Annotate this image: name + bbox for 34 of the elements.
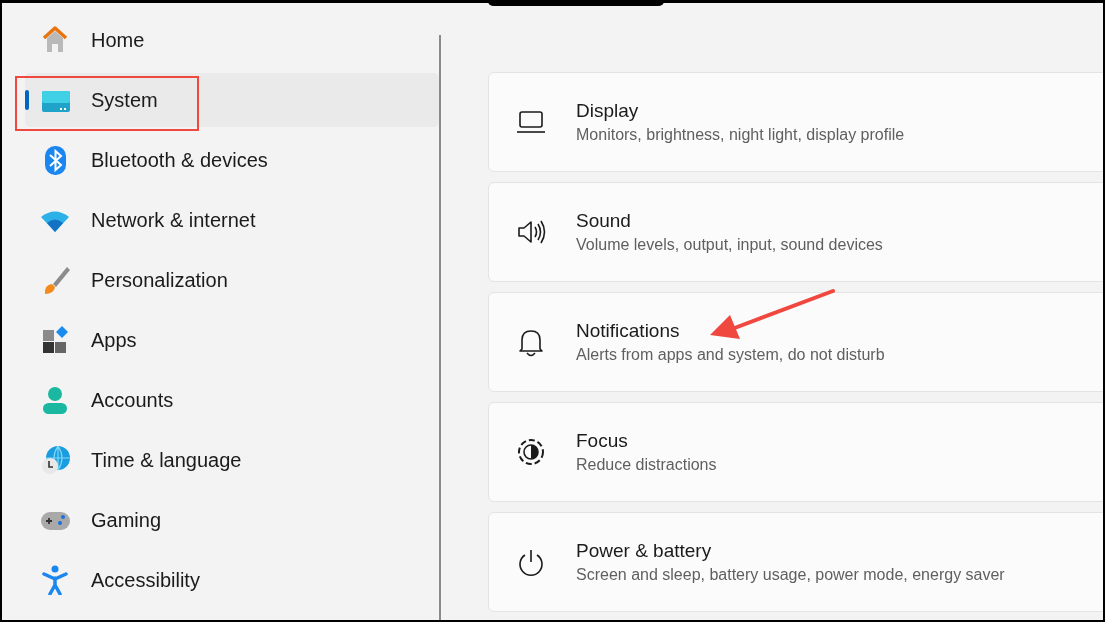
card-description: Monitors, brightness, night light, display profile [576,126,905,144]
card-title: Display [576,100,640,122]
selection-indicator [25,90,29,110]
apps-icon [40,325,70,355]
settings-card[interactable]: Focus Reduce distractions [488,402,1103,502]
settings-card[interactable]: Notifications Alerts from apps and system, do not disturb [488,292,1103,392]
card-description: Screen and sleep, battery usage, power mode, energy saver [576,566,1005,584]
sidebar-item[interactable]: System [25,73,439,127]
sidebar-item[interactable]: Time & language [25,433,439,487]
sidebar-item[interactable]: Accessibility [25,553,439,607]
globe-clock-icon [40,445,70,475]
settings-card[interactable]: Sound Volume levels, output, input, sound devices [488,182,1103,282]
card-title: Focus [576,430,629,452]
sidebar-item[interactable]: Gaming [25,493,439,547]
card-title: Notifications [576,320,681,342]
settings-card[interactable]: Display Monitors, brightness, night light, display profile [488,72,1103,172]
sidebar-item[interactable]: Home [25,13,439,67]
bell-icon [516,327,546,357]
card-description: Volume levels, output, input, sound devices [576,236,883,254]
power-icon [516,547,546,577]
sidebar-item[interactable]: Apps [25,313,439,367]
house-icon [40,25,70,55]
sidebar-item[interactable]: Accounts [25,373,439,427]
person-icon [40,385,70,415]
accessibility-icon [40,565,70,595]
sidebar-item[interactable]: Network & internet [25,193,439,247]
sidebar-item[interactable]: Bluetooth & devices [25,133,439,187]
card-title: Sound [576,210,632,232]
settings-card[interactable]: Power & battery Screen and sleep, battery usage, power mode, energy saver [488,512,1103,612]
card-title: Power & battery [576,540,713,562]
sidebar-item[interactable]: Personalization [25,253,439,307]
focus-icon [516,437,546,467]
card-description: Alerts from apps and system, do not disturb [576,346,885,364]
card-description: Reduce distractions [576,456,717,474]
